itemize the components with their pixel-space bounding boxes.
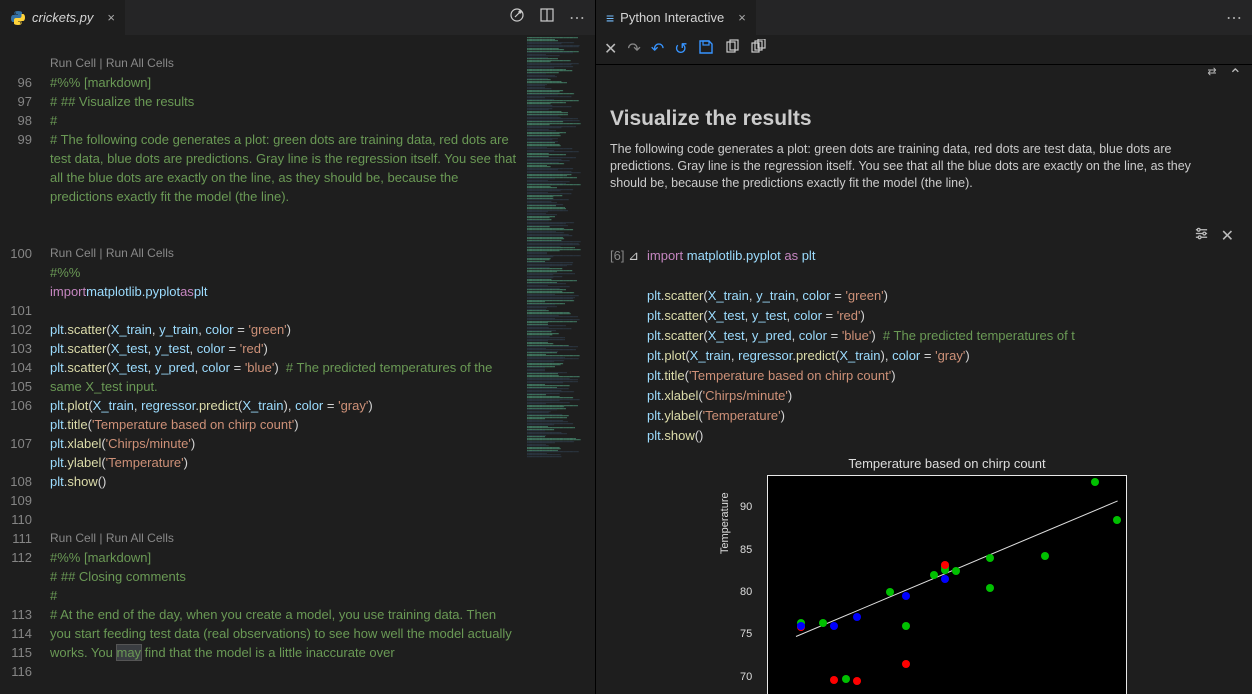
cell-prompt: [6] ⊿ (610, 246, 639, 446)
data-point (842, 675, 850, 683)
data-point (853, 613, 861, 621)
close-icon[interactable]: × (738, 10, 746, 25)
chevron-up-icon[interactable]: ⌃ (1229, 65, 1242, 85)
data-point (797, 622, 805, 630)
data-point (1041, 552, 1049, 560)
data-point (902, 622, 910, 630)
data-point (902, 592, 910, 600)
cell-settings-icon[interactable] (1194, 226, 1209, 246)
collapse-input-icon[interactable]: ⇄ (1207, 65, 1216, 85)
copy-icon[interactable] (724, 39, 740, 60)
code-lens-run-all[interactable]: Run All Cells (106, 56, 174, 70)
tab-actions: ⋯ (509, 0, 595, 35)
interactive-pane: ≡ Python Interactive × ⋯ ✕ ↷ ↶ ↺ ⇄ ⌃ Vis… (596, 0, 1252, 694)
data-point (952, 567, 960, 575)
plot-axes: 1516171819207075808590 (767, 475, 1127, 694)
redo-icon[interactable]: ↷ (627, 39, 640, 60)
data-point (1091, 478, 1099, 486)
data-point (902, 660, 910, 668)
more-icon[interactable]: ⋯ (1226, 8, 1242, 28)
cell-close-icon[interactable]: ✕ (1221, 226, 1234, 246)
save-icon[interactable] (698, 39, 714, 60)
right-tabbar: ≡ Python Interactive × ⋯ (596, 0, 1252, 35)
data-point (941, 561, 949, 569)
code-lens-run-cell[interactable]: Run Cell (50, 531, 96, 545)
data-point (930, 571, 938, 579)
output-heading: Visualize the results (610, 107, 1238, 131)
data-point (830, 676, 838, 684)
tab-filename: crickets.py (32, 10, 93, 25)
tab-python-interactive[interactable]: ≡ Python Interactive × (596, 0, 757, 35)
tab-crickets[interactable]: crickets.py × (0, 0, 126, 35)
data-point (830, 622, 838, 630)
interactive-toolbar: ✕ ↷ ↶ ↺ (596, 35, 1252, 65)
split-editor-icon[interactable] (539, 7, 555, 28)
code-lens-run-cell[interactable]: Run Cell (50, 56, 96, 70)
delete-icon[interactable]: ✕ (604, 39, 617, 60)
data-point (819, 619, 827, 627)
data-point (986, 554, 994, 562)
data-point (986, 584, 994, 592)
left-tabbar: crickets.py × ⋯ (0, 0, 595, 35)
interactive-icon: ≡ (606, 10, 614, 26)
plot-title: Temperature based on chirp count (848, 456, 1045, 471)
cell-code[interactable]: import matplotlib.pyplot as plt plt.scat… (647, 246, 1075, 446)
data-point (941, 575, 949, 583)
minimap[interactable]: ████████████████████████████████████████… (525, 35, 595, 694)
interactive-label: Python Interactive (620, 10, 724, 25)
restart-icon[interactable]: ↺ (674, 39, 687, 60)
editor-pane: crickets.py × ⋯ 96979899 100 10110210310… (0, 0, 596, 694)
cell: [6] ⊿ import matplotlib.pyplot as plt pl… (610, 246, 1238, 446)
plot-ylabel: Temperature (719, 492, 731, 554)
output-text: The following code generates a plot: gre… (610, 141, 1220, 192)
code-editor[interactable]: 96979899 100 101102103104105106 107 1081… (0, 35, 525, 694)
plot-output: Temperature based on chirp count Tempera… (656, 456, 1238, 694)
data-point (853, 677, 861, 685)
copy-all-icon[interactable] (750, 39, 766, 60)
data-point (1113, 516, 1121, 524)
code-lens-run-cell[interactable]: Run Cell (50, 246, 96, 260)
run-section-icon[interactable] (509, 7, 525, 28)
code-lens-run-all[interactable]: Run All Cells (106, 531, 174, 545)
code-lens-run-all[interactable]: Run All Cells (106, 246, 174, 260)
close-icon[interactable]: × (107, 10, 115, 25)
cell-actions: ✕ (610, 226, 1238, 246)
more-icon[interactable]: ⋯ (569, 8, 585, 28)
python-icon (10, 10, 26, 26)
data-point (886, 588, 894, 596)
undo-icon[interactable]: ↶ (651, 39, 664, 60)
